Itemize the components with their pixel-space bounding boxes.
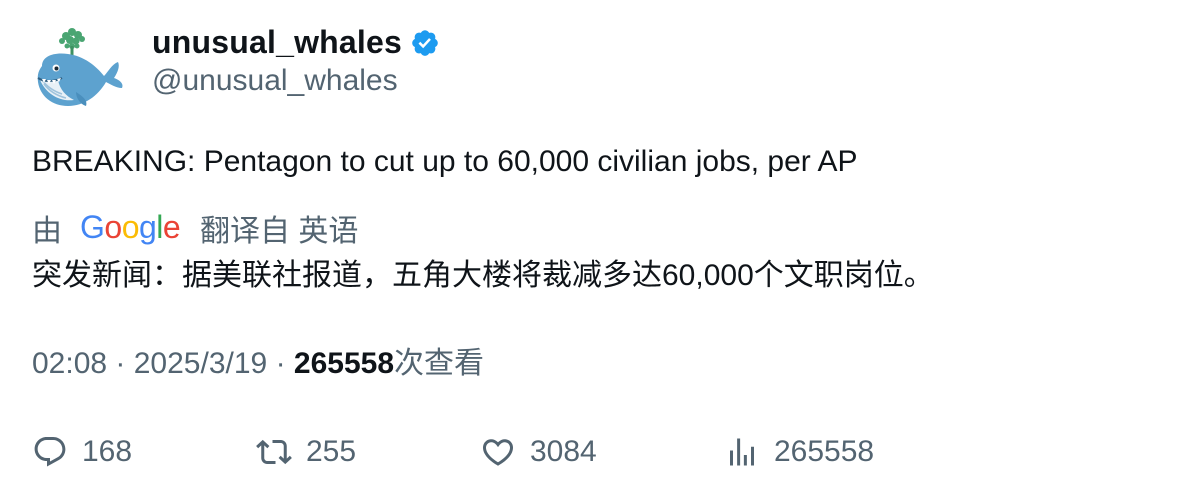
translated-by-label: 由: [32, 215, 62, 248]
retweet-count: 255: [306, 435, 357, 468]
meta-separator: ·: [275, 347, 294, 380]
views-button[interactable]: 265558: [724, 430, 874, 474]
retweet-icon: [256, 439, 292, 465]
reply-button[interactable]: 168: [32, 430, 132, 474]
translated-tweet-text: 突发新闻：据美联社报道，五角大楼将裁减多达60,000个文职岗位。: [32, 259, 934, 292]
google-logo[interactable]: Google: [80, 210, 180, 246]
tweet-meta: 02:08 · 2025/3/19 · 265558次查看: [32, 344, 484, 384]
google-letter-o1: o: [104, 210, 121, 245]
verified-badge-icon: [412, 30, 438, 56]
translated-from-label: 翻译自 英语: [200, 215, 359, 248]
whale-icon: [37, 28, 123, 106]
google-letter-e: e: [163, 210, 180, 245]
analytics-bar-icon: [730, 438, 754, 466]
google-letter-l: l: [156, 210, 163, 245]
google-letter-g2: g: [139, 210, 156, 245]
tweet-time[interactable]: 02:08: [32, 347, 107, 380]
user-handle[interactable]: @unusual_whales: [152, 64, 440, 98]
views-count: 265558: [293, 347, 394, 380]
tweet-date[interactable]: 2025/3/19: [134, 347, 267, 380]
avatar[interactable]: [32, 22, 128, 118]
svg-text:Google: Google: [80, 210, 180, 245]
reply-count: 168: [82, 435, 133, 468]
display-name[interactable]: unusual_whales: [152, 24, 402, 61]
google-letter-g: G: [80, 210, 104, 245]
heart-icon: [482, 439, 514, 466]
like-count: 3084: [530, 435, 597, 468]
views-action-count: 265558: [774, 435, 875, 468]
name-row: unusual_whales: [152, 20, 440, 64]
meta-separator: ·: [115, 347, 134, 380]
action-bar: 168 255 3084 265558: [0, 430, 1196, 474]
translation-attribution: 由 Google 翻译自 英语: [32, 206, 358, 250]
google-letter-o2: o: [122, 210, 139, 245]
tweet-author: unusual_whales @unusual_whales: [152, 20, 440, 98]
retweet-button[interactable]: 255: [256, 430, 356, 474]
like-button[interactable]: 3084: [480, 430, 597, 474]
reply-icon: [34, 437, 66, 467]
tweet-text: BREAKING: Pentagon to cut up to 60,000 c…: [32, 145, 858, 178]
views-label: 次查看: [394, 347, 484, 380]
